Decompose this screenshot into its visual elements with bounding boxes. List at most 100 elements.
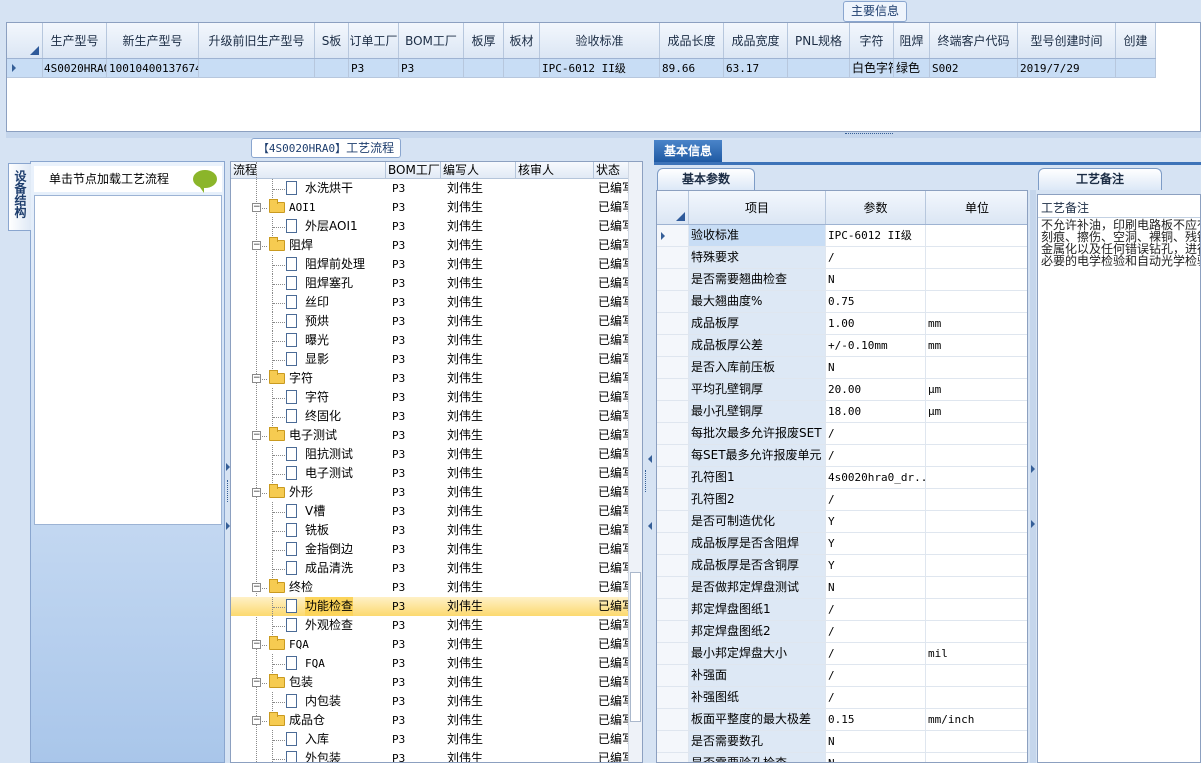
row-indicator[interactable] (657, 577, 689, 598)
param-row[interactable]: 最小邦定焊盘大小 / mil (657, 643, 1027, 665)
column-header[interactable]: BOM工厂 (399, 23, 464, 58)
param-unit[interactable]: mm/inch (926, 709, 1027, 730)
tree-node[interactable]: V槽 P3 刘伟生 已编写 (231, 502, 634, 521)
table-cell[interactable]: 4S0020HRA0 (43, 59, 107, 77)
row-indicator[interactable] (657, 423, 689, 444)
table-cell[interactable]: 绿色 (894, 59, 930, 77)
process-flow-scrollbar[interactable] (628, 162, 642, 762)
horizontal-splitter[interactable] (6, 132, 1201, 138)
param-row[interactable]: 最小孔壁铜厚 18.00 μm (657, 401, 1027, 423)
tree-node[interactable]: 阻抗测试 P3 刘伟生 已编写 (231, 445, 634, 464)
param-row[interactable]: 板面平整度的最大极差 0.15 mm/inch (657, 709, 1027, 731)
tree-node[interactable]: 丝印 P3 刘伟生 已编写 (231, 293, 634, 312)
param-value[interactable]: Y (826, 533, 926, 554)
row-indicator[interactable] (657, 687, 689, 708)
column-header[interactable]: 终端客户代码 (930, 23, 1018, 58)
param-unit[interactable] (926, 555, 1027, 576)
tree-node[interactable]: − 包装 P3 刘伟生 已编写 (231, 673, 634, 692)
collapse-toggle-icon[interactable]: − (252, 203, 261, 212)
tree-column-header[interactable]: 流程 (231, 162, 386, 178)
collapse-toggle-icon[interactable]: − (252, 374, 261, 383)
row-indicator[interactable] (657, 313, 689, 334)
table-cell[interactable] (504, 59, 540, 77)
tree-node[interactable]: 金指倒边 P3 刘伟生 已编写 (231, 540, 634, 559)
product-grid-row[interactable]: 4S0020HRA0 10010400137674 P3 P3 IPC-6012 II级… (7, 59, 1156, 78)
table-cell[interactable]: 2019/7/29 (1018, 59, 1116, 77)
param-unit[interactable] (926, 621, 1027, 642)
tree-node[interactable]: 成品清洗 P3 刘伟生 已编写 (231, 559, 634, 578)
tab-basic-params[interactable]: 基本参数 (657, 168, 755, 190)
param-row[interactable]: 是否需要数孔 N (657, 731, 1027, 753)
process-notes-text[interactable]: 不允许补油，印刷电路板不应有 刻痕、擦伤、空洞、裸铜、残铜 金属化以及任何错误钻孔，… (1041, 219, 1200, 267)
param-unit[interactable] (926, 225, 1027, 246)
param-value[interactable]: +/-0.10mm (826, 335, 926, 356)
tree-node[interactable]: 阻焊塞孔 P3 刘伟生 已编写 (231, 274, 634, 293)
tree-column-header[interactable]: 核审人 (516, 162, 594, 178)
param-unit[interactable] (926, 357, 1027, 378)
tree-node[interactable]: − 成品仓 P3 刘伟生 已编写 (231, 711, 634, 730)
process-flow-scrollbar-thumb[interactable] (630, 572, 641, 722)
row-indicator[interactable] (657, 753, 689, 762)
row-indicator[interactable] (657, 643, 689, 664)
row-indicator[interactable] (657, 401, 689, 422)
param-unit[interactable]: mil (926, 643, 1027, 664)
param-unit[interactable] (926, 665, 1027, 686)
param-value[interactable]: Y (826, 511, 926, 532)
tree-node[interactable]: 内包装 P3 刘伟生 已编写 (231, 692, 634, 711)
table-cell[interactable]: IPC-6012 II级 (540, 59, 660, 77)
param-row[interactable]: 是否可制造优化 Y (657, 511, 1027, 533)
tab-process-notes[interactable]: 工艺备注 (1038, 168, 1162, 190)
collapse-toggle-icon[interactable]: − (252, 716, 261, 725)
row-indicator[interactable] (657, 467, 689, 488)
param-unit[interactable] (926, 247, 1027, 268)
param-value[interactable]: / (826, 247, 926, 268)
tree-node[interactable]: 显影 P3 刘伟生 已编写 (231, 350, 634, 369)
tree-node[interactable]: − 阻焊 P3 刘伟生 已编写 (231, 236, 634, 255)
param-unit[interactable] (926, 577, 1027, 598)
tree-node[interactable]: 入库 P3 刘伟生 已编写 (231, 730, 634, 749)
column-header[interactable]: 阻焊 (894, 23, 930, 58)
row-indicator[interactable] (7, 59, 43, 77)
param-unit[interactable]: mm (926, 335, 1027, 356)
table-cell[interactable] (464, 59, 504, 77)
tree-node[interactable]: − 电子测试 P3 刘伟生 已编写 (231, 426, 634, 445)
param-value[interactable]: / (826, 445, 926, 466)
param-unit[interactable] (926, 511, 1027, 532)
param-row[interactable]: 补强面 / (657, 665, 1027, 687)
table-cell[interactable] (315, 59, 349, 77)
right-splitter-arrow-icon[interactable] (1031, 465, 1035, 473)
collapse-toggle-icon[interactable]: − (252, 583, 261, 592)
param-row[interactable]: 最大翘曲度% 0.75 (657, 291, 1027, 313)
param-value[interactable]: / (826, 599, 926, 620)
param-unit[interactable] (926, 533, 1027, 554)
param-unit[interactable] (926, 423, 1027, 444)
mid-splitter-grip-icon[interactable] (645, 470, 649, 492)
param-value[interactable]: N (826, 357, 926, 378)
product-grid[interactable]: 生产型号 新生产型号 升级前旧生产型号 S板 订单工厂 BOM工厂 板厚 板材 验收标准 成品长度… (6, 22, 1201, 132)
param-row[interactable]: 特殊要求 / (657, 247, 1027, 269)
row-indicator[interactable] (657, 247, 689, 268)
param-value[interactable]: N (826, 731, 926, 752)
row-indicator[interactable] (657, 533, 689, 554)
param-unit[interactable] (926, 291, 1027, 312)
tree-node[interactable]: FQA P3 刘伟生 已编写 (231, 654, 634, 673)
collapse-toggle-icon[interactable]: − (252, 431, 261, 440)
row-indicator[interactable] (657, 225, 689, 246)
collapse-toggle-icon[interactable]: − (252, 488, 261, 497)
tree-node[interactable]: 外层AOI1 P3 刘伟生 已编写 (231, 217, 634, 236)
column-header[interactable]: 型号创建时间 (1018, 23, 1116, 58)
table-cell[interactable]: 63.17 (724, 59, 788, 77)
param-row[interactable]: 邦定焊盘图纸2/ (657, 621, 1027, 643)
table-cell[interactable]: 89.66 (660, 59, 724, 77)
column-header[interactable]: 创建 (1116, 23, 1156, 58)
mid-splitter-arrow-icon[interactable] (648, 455, 652, 463)
row-indicator[interactable] (657, 511, 689, 532)
tree-node[interactable]: 终固化 P3 刘伟生 已编写 (231, 407, 634, 426)
tree-node[interactable]: 电子测试 P3 刘伟生 已编写 (231, 464, 634, 483)
splitter-grip-icon[interactable] (845, 133, 893, 136)
params-col-unit[interactable]: 单位 (926, 191, 1027, 224)
table-cell[interactable]: P3 (399, 59, 464, 77)
row-indicator[interactable] (657, 335, 689, 356)
param-value[interactable]: 0.75 (826, 291, 926, 312)
tree-node[interactable]: − 字符 P3 刘伟生 已编写 (231, 369, 634, 388)
